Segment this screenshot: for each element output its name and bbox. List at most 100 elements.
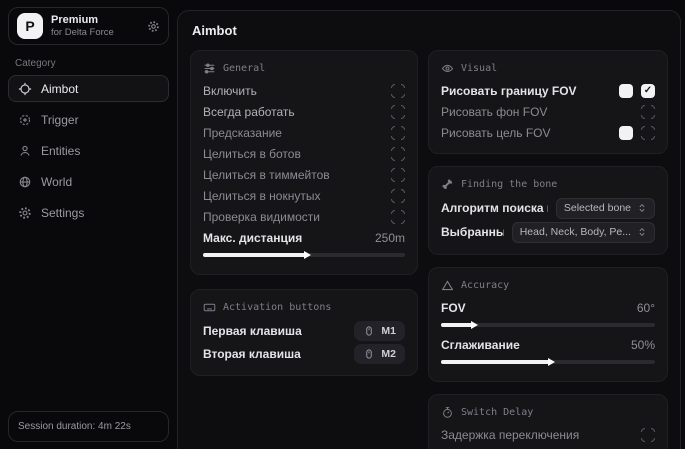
slider-thumb[interactable] (548, 358, 555, 366)
setting-label: Целиться в нокнутых (203, 189, 383, 203)
section-header: Accuracy (441, 279, 655, 292)
sidebar-item-settings[interactable]: Settings (8, 199, 169, 226)
keybind-label: Вторая клавиша (203, 347, 346, 361)
smoothing-slider[interactable] (441, 360, 655, 364)
session-card: Session duration: 4m 22s (8, 411, 169, 442)
slider-row: Сглаживание 50% (441, 334, 655, 355)
slider-fill (441, 360, 550, 364)
max-distance-slider[interactable] (203, 253, 405, 257)
sidebar-nav: Aimbot Trigger Entities (8, 75, 169, 230)
setting-row: Целиться в ботов (203, 143, 405, 164)
left-column: General Включить Всегда работать Предска… (190, 50, 418, 376)
setting-label: Рисовать границу FOV (441, 84, 611, 98)
sidebar-item-label: Settings (41, 206, 84, 220)
setting-label: Целиться в тиммейтов (203, 168, 383, 182)
slider-fill (203, 253, 306, 257)
selected-bones-select[interactable]: Head, Neck, Body, Pe... (512, 222, 655, 243)
brand-title: Premium (51, 14, 114, 26)
brand-logo: P (17, 13, 43, 39)
setting-row: Предсказание (203, 122, 405, 143)
setting-row: Проверка видимости (203, 206, 405, 227)
keybind-key: M1 (381, 325, 396, 337)
keybind-label: Первая клавиша (203, 324, 346, 338)
section-header: Switch Delay (441, 406, 655, 419)
setting-row: Задержка переключения (441, 424, 655, 445)
checkbox[interactable] (391, 210, 405, 224)
color-swatch[interactable] (619, 126, 633, 140)
slider-thumb[interactable] (471, 321, 478, 329)
fov-slider[interactable] (441, 323, 655, 327)
slider-row: Макс. дистанция 250m (203, 227, 405, 248)
checkbox[interactable] (641, 84, 655, 98)
sidebar-item-entities[interactable]: Entities (8, 137, 169, 164)
select-value: Selected bone (564, 202, 631, 214)
right-column: Visual Рисовать границу FOV Рисовать фон… (428, 50, 668, 449)
entities-icon (18, 144, 32, 158)
section-header: Finding the bone (441, 178, 655, 191)
setting-label: Всегда работать (203, 105, 383, 119)
gear-icon[interactable] (147, 20, 160, 33)
setting-row: Целиться в тиммейтов (203, 164, 405, 185)
select-value: Head, Neck, Body, Pe... (520, 226, 631, 238)
keybind-key: M2 (381, 348, 396, 360)
checkbox[interactable] (391, 126, 405, 140)
slider-thumb[interactable] (304, 251, 311, 259)
sidebar: P Premium for Delta Force Category Aimbo… (0, 0, 177, 449)
gear-icon (18, 206, 32, 220)
section-accuracy: Accuracy FOV 60° Сглаживание 50% (428, 267, 668, 382)
setting-label: Целиться в ботов (203, 147, 383, 161)
brand-subtitle: for Delta Force (51, 27, 114, 38)
setting-row: Рисовать цель FOV (441, 122, 655, 143)
checkbox[interactable] (391, 84, 405, 98)
checkbox[interactable] (391, 189, 405, 203)
brand-card: P Premium for Delta Force (8, 7, 169, 45)
sidebar-item-world[interactable]: World (8, 168, 169, 195)
keybind-button[interactable]: M1 (354, 321, 405, 341)
mouse-icon (363, 325, 375, 337)
color-swatch[interactable] (619, 84, 633, 98)
main-panel: Aimbot General Включить (177, 10, 681, 449)
setting-label: Рисовать фон FOV (441, 105, 611, 119)
section-title: Switch Delay (461, 407, 533, 418)
slider-label: Макс. дистанция (203, 231, 367, 245)
setting-label: Включить (203, 84, 383, 98)
category-label: Category (15, 58, 169, 69)
checkbox[interactable] (641, 428, 655, 442)
triangle-icon (441, 279, 454, 292)
checkbox[interactable] (391, 168, 405, 182)
checkbox[interactable] (391, 147, 405, 161)
checkbox[interactable] (391, 105, 405, 119)
content-columns: General Включить Всегда работать Предска… (190, 50, 668, 449)
checkbox[interactable] (641, 105, 655, 119)
crosshair-icon (18, 82, 32, 96)
section-general: General Включить Всегда работать Предска… (190, 50, 418, 275)
bone-algorithm-select[interactable]: Selected bone (556, 198, 655, 219)
section-activation-buttons: Activation buttons Первая клавиша M1 (190, 289, 418, 376)
section-title: Activation buttons (223, 302, 331, 313)
keybind-row: Вторая клавиша M2 (203, 342, 405, 365)
sidebar-item-aimbot[interactable]: Aimbot (8, 75, 169, 102)
page-title: Aimbot (192, 23, 668, 38)
setting-row: Рисовать границу FOV (441, 80, 655, 101)
section-switch-delay: Switch Delay Задержка переключения Задер… (428, 394, 668, 449)
setting-row: Целиться в нокнутых (203, 185, 405, 206)
slider-value: 60° (637, 301, 655, 315)
section-visual: Visual Рисовать границу FOV Рисовать фон… (428, 50, 668, 154)
keyboard-icon (203, 301, 216, 314)
section-header: General (203, 62, 405, 75)
sidebar-item-label: Entities (41, 144, 80, 158)
setting-row: Включить (203, 80, 405, 101)
chevron-updown-icon (637, 227, 647, 237)
section-title: Visual (461, 63, 497, 74)
setting-label: Проверка видимости (203, 210, 383, 224)
slider-label: Сглаживание (441, 338, 623, 352)
setting-label: Предсказание (203, 126, 383, 140)
checkbox[interactable] (641, 126, 655, 140)
sidebar-item-trigger[interactable]: Trigger (8, 106, 169, 133)
section-title: Finding the bone (461, 179, 557, 190)
chevron-updown-icon (637, 203, 647, 213)
keybind-row: Первая клавиша M1 (203, 319, 405, 342)
mouse-icon (363, 348, 375, 360)
sidebar-item-label: Aimbot (41, 82, 78, 96)
keybind-button[interactable]: M2 (354, 344, 405, 364)
